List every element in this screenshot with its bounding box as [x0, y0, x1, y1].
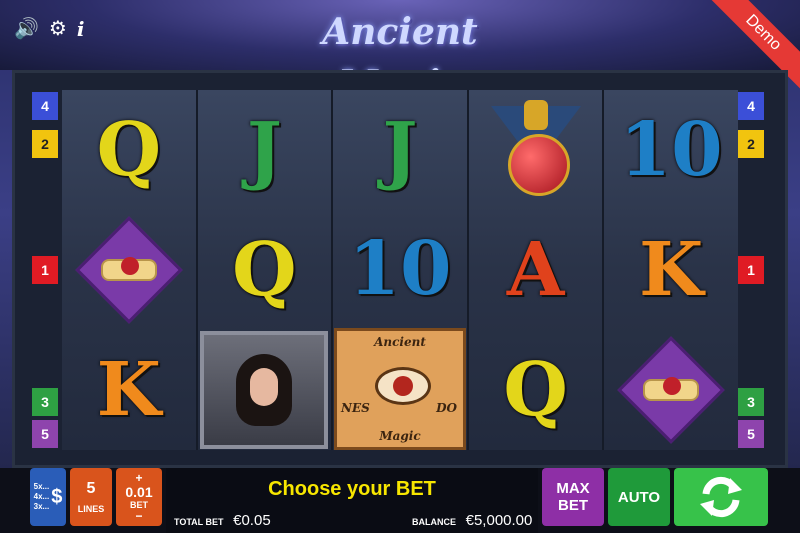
line-indicator-4[interactable]: 4: [738, 92, 764, 120]
bet-plus-button[interactable]: +: [135, 472, 142, 484]
line-indicator-5[interactable]: 5: [738, 420, 764, 448]
symbol-sorceress: [198, 330, 332, 450]
line-indicator-1[interactable]: 1: [738, 256, 764, 284]
scroll-icon: [617, 336, 725, 444]
symbol-K: K: [96, 347, 161, 433]
symbol-10: 10: [348, 225, 452, 312]
balance-label: BALANCE: [412, 517, 456, 527]
reel-1: QK: [62, 90, 196, 450]
line-indicator-3[interactable]: 3: [738, 388, 764, 416]
symbol-Q: Q: [503, 347, 568, 433]
line-indicator-2[interactable]: 2: [738, 130, 764, 158]
symbol-scroll: [604, 330, 738, 450]
max-bet-label-2: BET: [558, 497, 588, 514]
coin-label: 4x...: [33, 492, 50, 501]
message-text: Choose your BET: [268, 478, 436, 500]
max-bet-button[interactable]: MAX BET: [542, 468, 604, 526]
lines-label: LINES: [77, 504, 105, 514]
game-logo: Ancient Magic: [322, 11, 478, 105]
dollar-icon: $: [51, 485, 63, 508]
symbol-A: A: [506, 227, 565, 313]
reel-3: J 10 Ancient NES DO Magic: [331, 90, 467, 450]
coin-label: 5x...: [33, 482, 50, 491]
book-eye-icon: [374, 367, 431, 405]
coin-denomination-button[interactable]: 5x... 4x... 3x... $: [30, 468, 66, 526]
bet-minus-button[interactable]: −: [135, 510, 142, 522]
bet-value: 0.01: [125, 484, 153, 500]
symbol-potion: [469, 90, 603, 210]
potion-icon: [490, 100, 581, 200]
info-icon[interactable]: i: [77, 18, 85, 40]
book-text-right: DO: [436, 401, 457, 415]
symbol-J: J: [382, 106, 418, 193]
gear-icon[interactable]: ⚙: [49, 18, 67, 40]
total-bet-value: €0.05: [233, 512, 271, 529]
reels-area: Q K J Q J 10 Ancient NES DO Magic A Q 10 K: [62, 90, 738, 450]
top-bar: 🔊 ⚙ i Ancient Magic: [0, 0, 800, 105]
sorceress-icon: [200, 331, 329, 449]
symbol-Q: Q: [232, 227, 297, 313]
line-indicator-5[interactable]: 5: [32, 420, 58, 448]
line-indicator-3[interactable]: 3: [32, 388, 58, 416]
coin-label: 3x...: [33, 502, 50, 511]
balance: BALANCE €5,000.00: [412, 512, 532, 529]
max-bet-label-1: MAX: [556, 480, 590, 497]
reel-4: AQ: [466, 90, 603, 450]
reel-2: JQ: [195, 90, 332, 450]
symbol-book: Ancient NES DO Magic: [333, 328, 467, 450]
auto-button[interactable]: AUTO: [608, 468, 670, 526]
line-indicator-1[interactable]: 1: [32, 256, 58, 284]
book-text-left: NES: [340, 401, 370, 415]
book-text-bottom: Magic: [379, 429, 421, 443]
symbol-J: J: [246, 107, 282, 193]
total-bet: TOTAL BET €0.05: [174, 512, 271, 529]
symbol-Q: Q: [96, 107, 162, 193]
total-bet-label: TOTAL BET: [174, 517, 224, 527]
auto-label: AUTO: [617, 488, 661, 506]
bet-button[interactable]: + 0.01 BET −: [116, 468, 162, 526]
message-panel: Choose your BET TOTAL BET €0.05 BALANCE …: [166, 468, 538, 533]
symbol-K: K: [639, 227, 704, 313]
symbol-10: 10: [619, 107, 723, 193]
spin-arrows-icon: [700, 476, 742, 518]
sound-icon[interactable]: 🔊: [14, 18, 39, 40]
symbol-scroll: [62, 210, 196, 330]
balance-value: €5,000.00: [465, 512, 533, 529]
line-indicator-2[interactable]: 2: [32, 130, 58, 158]
spin-button[interactable]: [674, 468, 768, 526]
reel-5: 10 K: [602, 90, 738, 450]
line-indicator-4[interactable]: 4: [32, 92, 58, 120]
lines-value: 5: [86, 480, 96, 497]
book-text-top: Ancient: [374, 335, 426, 349]
settings-icons: 🔊 ⚙ i: [14, 18, 84, 40]
scroll-icon: [75, 216, 183, 324]
lines-button[interactable]: 5 LINES: [70, 468, 112, 526]
book-icon: Ancient NES DO Magic: [333, 328, 466, 450]
